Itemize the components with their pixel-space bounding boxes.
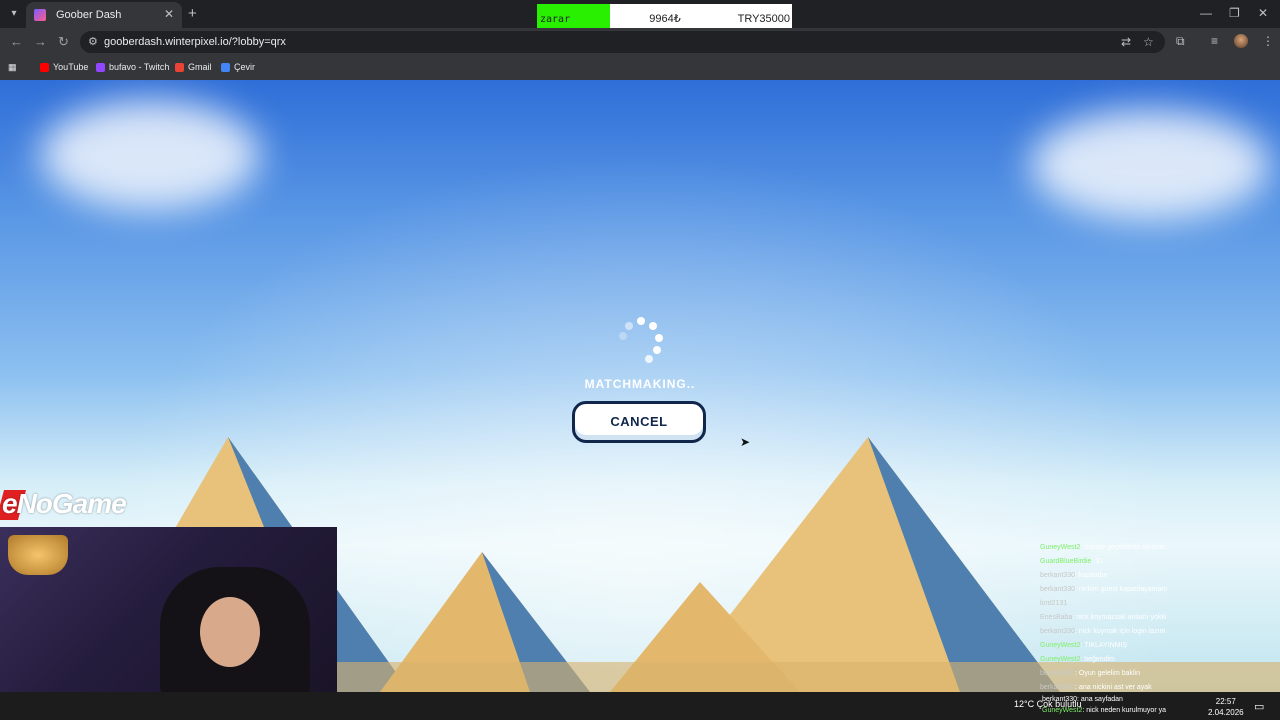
lamp xyxy=(8,535,68,575)
bookmark-gmail[interactable]: Gmail xyxy=(175,62,212,72)
clock-date: 2.04.2026 xyxy=(1208,708,1244,717)
chat-user: GuneyWest2 xyxy=(1040,642,1081,649)
youtube-icon xyxy=(40,62,49,72)
gmail-icon xyxy=(175,62,184,72)
clock[interactable]: 22:57 2.04.2026 xyxy=(1208,696,1244,718)
chat-user: berkant330 xyxy=(1040,670,1076,677)
new-tab-icon[interactable]: + xyxy=(188,5,197,22)
chat-message: berkant330: ana sayfadan xyxy=(1042,694,1166,705)
apps-icon[interactable]: ▦ xyxy=(8,62,17,73)
tab-goober-dash[interactable]: Goober Dash ✕ xyxy=(26,2,182,28)
menu-icon[interactable]: ⋮ xyxy=(1262,34,1274,48)
chat-user: EnesBaba xyxy=(1040,614,1073,621)
taskbar-chat-overlay: berkant330: ana sayfadan GuneyWest2: nic… xyxy=(1042,694,1166,716)
chat-message: berkant330: nick koymak için login lazım xyxy=(1040,625,1275,639)
chat-text: : TIKLAYINMIŞ xyxy=(1080,642,1128,649)
stream-chat: GuneyWest2: mouse geçekilirse oyunun Gua… xyxy=(1040,541,1275,695)
url-text: gooberdash.winterpixel.io/?lobby=qrx xyxy=(104,36,286,48)
tab-search-icon[interactable]: ▾ xyxy=(6,6,22,22)
chat-user: lord2131 xyxy=(1040,600,1068,607)
chat-message: GuardBlueBirdie: 31 xyxy=(1040,555,1275,569)
address-bar[interactable]: ⚙ gooberdash.winterpixel.io/?lobby=qrx ⇄… xyxy=(80,31,1165,53)
chat-message: GuneyWest2: mouse geçekilirse oyunun xyxy=(1040,541,1275,555)
chat-message: GuneyWest2: beğendim xyxy=(1040,653,1275,667)
chat-user: berkant330 xyxy=(1040,684,1076,691)
chat-message: berkant330: kazandın xyxy=(1040,569,1275,583)
chat-text: : ana nickini ast ver ayak xyxy=(1075,684,1152,691)
minimize-icon[interactable]: — xyxy=(1200,6,1212,20)
chat-text: : ana sayfadan xyxy=(1077,696,1123,703)
restore-icon[interactable]: ❐ xyxy=(1229,6,1240,20)
chat-message: berkant330: Oyun gelelim baklin xyxy=(1040,667,1275,681)
chat-user: GuneyWest2 xyxy=(1040,544,1081,551)
chat-text: : Oyun gelelim baklin xyxy=(1075,670,1141,677)
chat-message: lord2131 xyxy=(1040,597,1275,611)
goober-dash-favicon-icon xyxy=(34,9,46,21)
cancel-button[interactable]: CANCEL xyxy=(572,401,706,443)
forward-icon[interactable]: → xyxy=(34,34,47,49)
tab-title: Goober Dash xyxy=(56,9,122,21)
mouse-cursor-icon: ➤ xyxy=(740,435,751,449)
chat-text: : 31 xyxy=(1091,558,1104,565)
webcam-feed xyxy=(0,527,337,693)
chat-message: berkant330: nickim guest kapatılayamam xyxy=(1040,583,1275,597)
translate-bookmark-icon xyxy=(221,62,230,72)
chat-message: GuneyWest2: nick neden kurulmuyor ya xyxy=(1042,705,1166,716)
chat-text: : nick koymak için login lazım xyxy=(1075,628,1166,635)
chat-text: : nick koymazsak anlamı yokki xyxy=(1072,614,1167,621)
cancel-button-label: CANCEL xyxy=(610,414,668,429)
matchmaking-status: MATCHMAKING.. xyxy=(584,377,696,391)
tab-close-icon[interactable]: ✕ xyxy=(164,7,174,21)
chat-text: : nick neden kurulmuyor ya xyxy=(1082,707,1166,714)
bookmark-youtube[interactable]: YouTube xyxy=(40,62,88,72)
reload-icon[interactable]: ↻ xyxy=(58,34,69,50)
bookmark-label: YouTube xyxy=(53,62,89,72)
bookmark-twitch[interactable]: bufavo - Twitch xyxy=(96,62,169,72)
windows-taskbar: 12°C Çok bulutlu berkant330: ana sayfada… xyxy=(0,692,1280,720)
bookmarks-bar: ▦ YouTube bufavo - Twitch Gmail Çevir xyxy=(0,56,1280,81)
clock-time: 22:57 xyxy=(1215,697,1236,706)
chat-message: GuneyWest2: TIKLAYINMIŞ xyxy=(1040,639,1275,653)
window-close-icon[interactable]: ✕ xyxy=(1258,6,1268,20)
loading-spinner-icon xyxy=(615,317,667,369)
chat-text: : kazandın xyxy=(1075,572,1108,579)
chat-user: GuardBlueBirdie xyxy=(1040,558,1092,565)
chat-user: berkant330 xyxy=(1040,572,1076,579)
extensions-icon[interactable]: ⧉ xyxy=(1176,34,1185,49)
chat-user: GuneyWest2 xyxy=(1042,707,1083,714)
bookmark-label: Gmail xyxy=(188,62,212,72)
bookmark-label: Çevir xyxy=(234,62,256,72)
chat-user: berkant330 xyxy=(1040,628,1076,635)
notification-icon[interactable]: ▭ xyxy=(1254,700,1264,713)
chat-text: : beğendim xyxy=(1080,656,1115,663)
streamer-head xyxy=(200,597,260,667)
profile-avatar[interactable] xyxy=(1234,34,1248,48)
chat-message: EnesBaba: nick koymazsak anlamı yokki xyxy=(1040,611,1275,625)
chat-text: : nickim guest kapatılayamam xyxy=(1075,586,1168,593)
bookmark-star-icon[interactable]: ☆ xyxy=(1143,35,1154,49)
twitch-icon xyxy=(96,62,105,72)
chat-user: GuneyWest2 xyxy=(1040,656,1081,663)
chat-text: : mouse geçekilirse oyunun xyxy=(1080,544,1166,551)
media-icon[interactable]: ≡ xyxy=(1211,34,1218,48)
bookmark-label: bufavo - Twitch xyxy=(109,62,170,72)
chat-user: berkant330 xyxy=(1042,696,1078,703)
chat-user: berkant330 xyxy=(1040,586,1076,593)
navigation-bar: ← → ↻ ⚙ gooberdash.winterpixel.io/?lobby… xyxy=(0,28,1280,56)
site-info-icon[interactable]: ⚙ xyxy=(88,35,98,48)
translate-icon[interactable]: ⇄ xyxy=(1121,35,1131,49)
channel-logo: eNoGame xyxy=(2,488,127,519)
back-icon[interactable]: ← xyxy=(10,34,23,49)
bookmark-cevir[interactable]: Çevir xyxy=(221,62,255,72)
